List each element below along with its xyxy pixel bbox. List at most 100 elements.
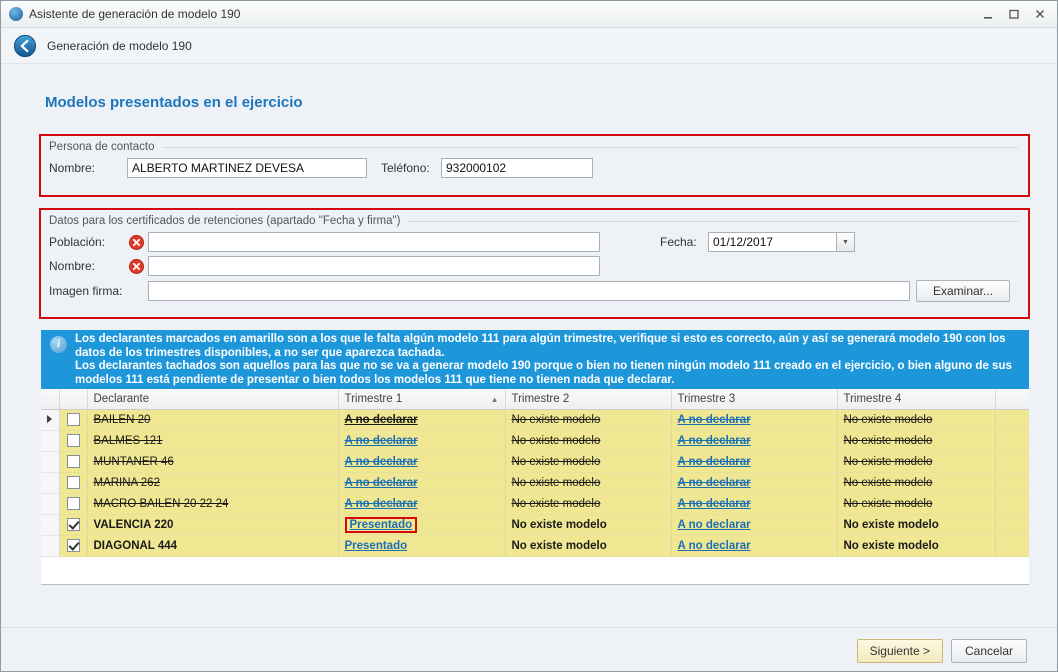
- trimestre-cell: No existe modelo: [837, 409, 995, 430]
- estado-text: No existe modelo: [844, 456, 933, 468]
- nombre-cert-input[interactable]: [148, 256, 600, 276]
- content: Modelos presentados en el ejercicio Pers…: [1, 64, 1057, 672]
- table-row[interactable]: DIAGONAL 444PresentadoNo existe modeloA …: [41, 535, 1029, 556]
- table-row[interactable]: MARINA 262A no declararNo existe modeloA…: [41, 472, 1029, 493]
- fecha-dropdown-button[interactable]: ▼: [836, 232, 855, 252]
- declarante-name: BALMES 121: [94, 435, 163, 447]
- table-row[interactable]: BAILEN 20 A no declarar No existe modelo A …: [41, 409, 1029, 430]
- estado-link[interactable]: A no declarar: [345, 477, 418, 489]
- declarante-cell: MACRO BAILEN 20 22 24: [87, 493, 338, 514]
- col-declarante[interactable]: Declarante: [87, 389, 338, 409]
- col-declarante-label: Declarante: [94, 393, 150, 405]
- col-trimestre-4[interactable]: Trimestre 4: [837, 389, 995, 409]
- declarante-cell: MUNTANER 46: [87, 451, 338, 472]
- row-checkbox[interactable]: [67, 539, 80, 552]
- grid-header-row: Declarante Trimestre 1▲ Trimestre 2 Trim…: [41, 389, 1029, 409]
- maximize-button[interactable]: [1003, 5, 1025, 23]
- app-icon: [9, 7, 23, 21]
- info-banner-paragraph: Los declarantes tachados son aquellos pa…: [75, 360, 1021, 387]
- fecha-label: Fecha:: [660, 235, 708, 249]
- row-indicator: [41, 514, 59, 535]
- trimestre-cell: A no declarar: [671, 514, 837, 535]
- trimestre-cell: A no declarar: [671, 493, 837, 514]
- estado-link[interactable]: A no declarar: [678, 435, 751, 447]
- estado-link[interactable]: A no declarar: [345, 456, 418, 468]
- trimestre-cell: A no declarar: [338, 430, 505, 451]
- estado-link[interactable]: A no declarar: [345, 498, 418, 510]
- estado-link[interactable]: A no declarar: [678, 498, 751, 510]
- page-title: Modelos presentados en el ejercicio: [45, 94, 303, 111]
- declarante-name: MUNTANER 46: [94, 456, 174, 468]
- row-checkbox[interactable]: [67, 413, 80, 426]
- poblacion-label: Población:: [49, 235, 129, 249]
- estado-text: No existe modelo: [512, 414, 601, 426]
- trimestre-cell: No existe modelo: [505, 514, 671, 535]
- telefono-input[interactable]: [441, 158, 593, 178]
- cancelar-button[interactable]: Cancelar: [951, 639, 1027, 663]
- table-row[interactable]: VALENCIA 220 Presentado No existe modelo A …: [41, 514, 1029, 535]
- col-select[interactable]: [59, 389, 87, 409]
- table-row[interactable]: BALMES 121 A no declarar No existe modelo A…: [41, 430, 1029, 451]
- declarante-cell: BALMES 121: [87, 430, 338, 451]
- trimestre-cell: A no declarar: [671, 430, 837, 451]
- examinar-button[interactable]: Examinar...: [916, 280, 1010, 302]
- estado-link[interactable]: Presentado: [345, 517, 418, 533]
- estado-link[interactable]: Presentado: [345, 540, 408, 552]
- row-checkbox[interactable]: [67, 518, 80, 531]
- header-title: Generación de modelo 190: [47, 39, 192, 53]
- row-indicator: [41, 535, 59, 556]
- estado-link[interactable]: A no declarar: [678, 477, 751, 489]
- estado-link[interactable]: A no declarar: [678, 414, 751, 426]
- col-trimestre-1[interactable]: Trimestre 1▲: [338, 389, 505, 409]
- siguiente-button[interactable]: Siguiente >: [857, 639, 943, 663]
- poblacion-input[interactable]: [148, 232, 600, 252]
- imagen-firma-input[interactable]: [148, 281, 910, 301]
- filler-cell: [995, 451, 1029, 472]
- estado-text: No existe modelo: [512, 540, 607, 552]
- trimestre-cell: A no declarar: [671, 451, 837, 472]
- col-trimestre-2[interactable]: Trimestre 2: [505, 389, 671, 409]
- declarante-name: MACRO BAILEN 20 22 24: [94, 498, 229, 510]
- filler-cell: [995, 493, 1029, 514]
- table-row[interactable]: MUNTANER 46 A no declarar No existe modelo…: [41, 451, 1029, 472]
- trimestre-cell: Presentado: [338, 535, 505, 556]
- minimize-button[interactable]: [977, 5, 999, 23]
- checkbox-cell: [59, 430, 87, 451]
- col-trimestre-3[interactable]: Trimestre 3: [671, 389, 837, 409]
- estado-link[interactable]: A no declarar: [678, 540, 751, 552]
- filler-cell: [995, 430, 1029, 451]
- col-trimestre-4-label: Trimestre 4: [844, 393, 902, 405]
- estado-text: No existe modelo: [844, 540, 939, 552]
- row-checkbox[interactable]: [67, 434, 80, 447]
- estado-text: No existe modelo: [844, 435, 933, 447]
- fecha-input[interactable]: [708, 232, 836, 252]
- fecha-combo: ▼: [708, 232, 855, 252]
- window-title: Asistente de generación de modelo 190: [29, 7, 240, 21]
- close-button[interactable]: [1029, 5, 1051, 23]
- table-row[interactable]: MACRO BAILEN 20 22 24 A no declarar No exi…: [41, 493, 1029, 514]
- row-checkbox[interactable]: [67, 497, 80, 510]
- back-button[interactable]: [13, 34, 37, 58]
- trimestre-cell: A no declarar: [338, 472, 505, 493]
- estado-link[interactable]: A no declarar: [678, 519, 751, 531]
- row-indicator: [41, 430, 59, 451]
- nombre-contacto-input[interactable]: [127, 158, 367, 178]
- checkbox-cell: [59, 535, 87, 556]
- estado-text: No existe modelo: [512, 498, 601, 510]
- estado-link[interactable]: A no declarar: [345, 435, 418, 447]
- estado-text: No existe modelo: [512, 456, 601, 468]
- titlebar: Asistente de generación de modelo 190: [1, 1, 1057, 28]
- error-icon: [129, 235, 144, 250]
- error-icon: [129, 259, 144, 274]
- declarante-name: BAILEN 20: [94, 414, 151, 426]
- dialog-window: Asistente de generación de modelo 190: [0, 0, 1058, 672]
- row-checkbox[interactable]: [67, 476, 80, 489]
- filler-cell: [995, 409, 1029, 430]
- checkbox-cell: [59, 514, 87, 535]
- checkbox-cell: [59, 451, 87, 472]
- trimestre-cell: No existe modelo: [837, 430, 995, 451]
- row-checkbox[interactable]: [67, 455, 80, 468]
- estado-link[interactable]: A no declarar: [345, 414, 418, 426]
- declarante-name: VALENCIA 220: [94, 519, 174, 531]
- estado-link[interactable]: A no declarar: [678, 456, 751, 468]
